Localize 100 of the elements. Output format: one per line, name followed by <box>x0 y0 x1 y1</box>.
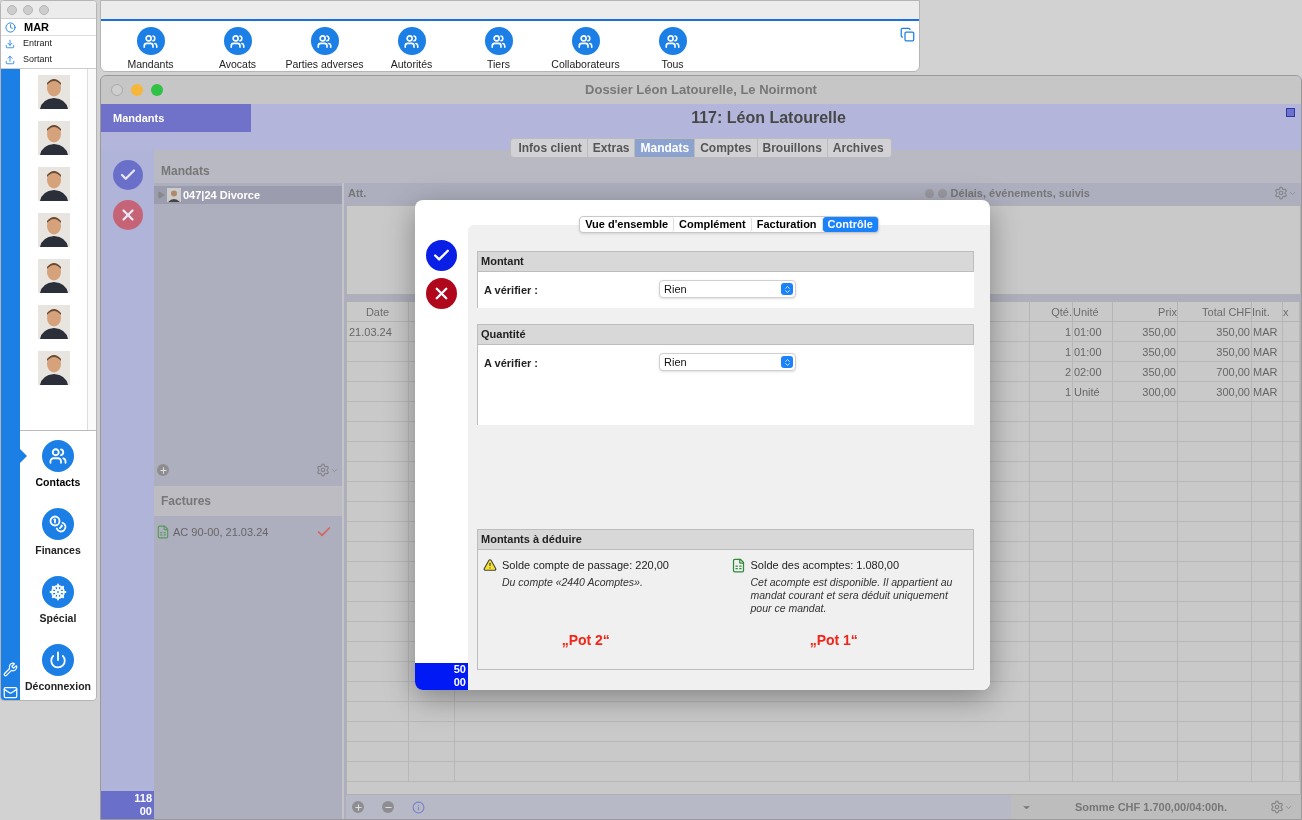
panel-title: Mandats <box>161 162 210 180</box>
avatar[interactable] <box>37 121 70 155</box>
check-select[interactable]: Rien <box>659 280 796 298</box>
window-title: Dossier Léon Latourelle, Le Noirmont <box>584 81 818 100</box>
att-label: Att. <box>348 185 367 201</box>
cancel-button[interactable] <box>112 200 143 230</box>
contact-category-button[interactable]: Parties adverses <box>281 27 368 71</box>
avatar[interactable] <box>37 305 70 339</box>
table-cell: 01:00 <box>1074 346 1102 358</box>
avatar[interactable] <box>37 351 70 385</box>
tab[interactable]: Vue d'ensemble <box>580 217 675 232</box>
people-icon <box>571 27 600 55</box>
table-cell: 1 <box>1064 386 1071 398</box>
balance-title: Solde des acomptes: 1.080,00 <box>750 558 901 572</box>
power-icon <box>42 644 74 676</box>
contact-category-button[interactable]: Autorités <box>368 27 455 71</box>
scrollbar[interactable] <box>87 69 96 430</box>
settings-button[interactable] <box>316 463 339 477</box>
table-cell: 300,00 <box>1142 386 1176 398</box>
clock-icon <box>5 21 16 33</box>
disclosure-triangle[interactable] <box>157 191 165 199</box>
contact-category-button[interactable]: Mandants <box>107 27 194 71</box>
window-control[interactable] <box>39 4 49 15</box>
plus-icon <box>353 802 363 812</box>
tab[interactable]: Comptes <box>695 139 758 157</box>
add-button[interactable] <box>157 464 169 476</box>
category-label: Tiers <box>487 57 510 71</box>
section-header: Montant <box>477 251 974 272</box>
avatar[interactable] <box>37 167 70 201</box>
table-cell: 350,00 <box>1216 346 1250 358</box>
nav-item[interactable]: Finances <box>20 499 96 567</box>
mailbox-item[interactable]: Entrant <box>1 36 96 52</box>
table-cell: 350,00 <box>1216 326 1250 338</box>
table-cell: 1 <box>1064 346 1071 358</box>
settings-button[interactable] <box>1270 800 1293 814</box>
avatar[interactable] <box>37 259 70 293</box>
spreadsheet-icon <box>156 525 170 539</box>
table-cell: MAR <box>1253 346 1278 358</box>
zoom-button[interactable] <box>151 84 163 96</box>
add-button[interactable] <box>352 801 364 813</box>
warning-icon <box>483 558 497 572</box>
mandate-label: 047|24 Divorce <box>183 187 261 203</box>
people-icon <box>136 27 165 55</box>
category-label: Tous <box>661 57 684 71</box>
windows-icon[interactable] <box>900 27 915 42</box>
window-control[interactable] <box>23 4 33 15</box>
table-cell: MAR <box>1253 386 1278 398</box>
avatar[interactable] <box>37 75 70 109</box>
nav-item[interactable]: Contacts <box>20 431 96 499</box>
category-label: Autorités <box>390 57 433 71</box>
wrench-icon[interactable] <box>3 662 18 677</box>
avatar[interactable] <box>37 213 70 247</box>
nav-label: Spécial <box>39 611 77 626</box>
contact-category-button[interactable]: Avocats <box>194 27 281 71</box>
cancel-button[interactable] <box>426 278 457 309</box>
mail-icon[interactable] <box>3 685 18 700</box>
nav-label: Contacts <box>35 475 81 490</box>
people-icon <box>42 440 74 472</box>
tab[interactable]: Infos client <box>513 139 588 157</box>
section-tab[interactable]: Mandants <box>101 104 251 132</box>
info-icon[interactable] <box>412 800 425 814</box>
panel-title: Factures <box>161 493 212 510</box>
confirm-button[interactable] <box>426 240 457 271</box>
people-icon <box>484 27 513 55</box>
mailbox-item[interactable]: Sortant <box>1 52 96 68</box>
check-select[interactable]: Rien <box>659 353 796 371</box>
balance-note: Cet acompte est disponible. Il appartient au mandat courant et sera déduit uniquement pour ce mandat. <box>750 576 954 616</box>
tab[interactable]: Complément <box>674 217 752 232</box>
balance-note: Du compte «2440 Acomptes». <box>502 576 644 590</box>
close-button[interactable] <box>111 84 123 96</box>
tab[interactable]: Facturation <box>751 217 823 232</box>
table-cell: MAR <box>1253 366 1278 378</box>
table-cell: 350,00 <box>1142 366 1176 378</box>
counter-value: 118 <box>134 792 152 805</box>
section-header: Quantité <box>477 324 974 345</box>
gear-icon <box>316 463 330 477</box>
field-label: A vérifier : <box>484 283 539 298</box>
nav-item[interactable]: Déconnexion <box>20 635 96 700</box>
settings-button[interactable] <box>1274 186 1297 200</box>
window-control[interactable] <box>7 4 17 15</box>
table-cell: 2 <box>1064 366 1071 378</box>
expand-icon[interactable] <box>1286 108 1295 117</box>
table-cell: 350,00 <box>1142 346 1176 358</box>
balance-title: Solde compte de passage: 220,00 <box>502 558 670 572</box>
events-label: Délais, événements, suivis <box>950 185 1090 201</box>
tab[interactable]: Archives <box>827 139 889 157</box>
client-heading: 117: Léon Latourelle <box>690 108 847 128</box>
table-cell: 02:00 <box>1074 366 1102 378</box>
upload-icon <box>5 55 15 65</box>
table-cell: 700,00 <box>1216 366 1250 378</box>
table-cell: 350,00 <box>1142 326 1176 338</box>
contact-category-button[interactable]: Tiers <box>455 27 542 71</box>
contact-category-button[interactable]: Tous <box>629 27 716 71</box>
nav-label: Déconnexion <box>25 679 91 694</box>
nav-item[interactable]: Spécial <box>20 567 96 635</box>
remove-button[interactable] <box>382 801 394 813</box>
category-label: Collaborateurs <box>551 57 620 71</box>
tab[interactable]: Contrôle <box>822 217 878 232</box>
contact-category-button[interactable]: Collaborateurs <box>542 27 629 71</box>
tab[interactable]: Brouillons <box>757 139 828 157</box>
